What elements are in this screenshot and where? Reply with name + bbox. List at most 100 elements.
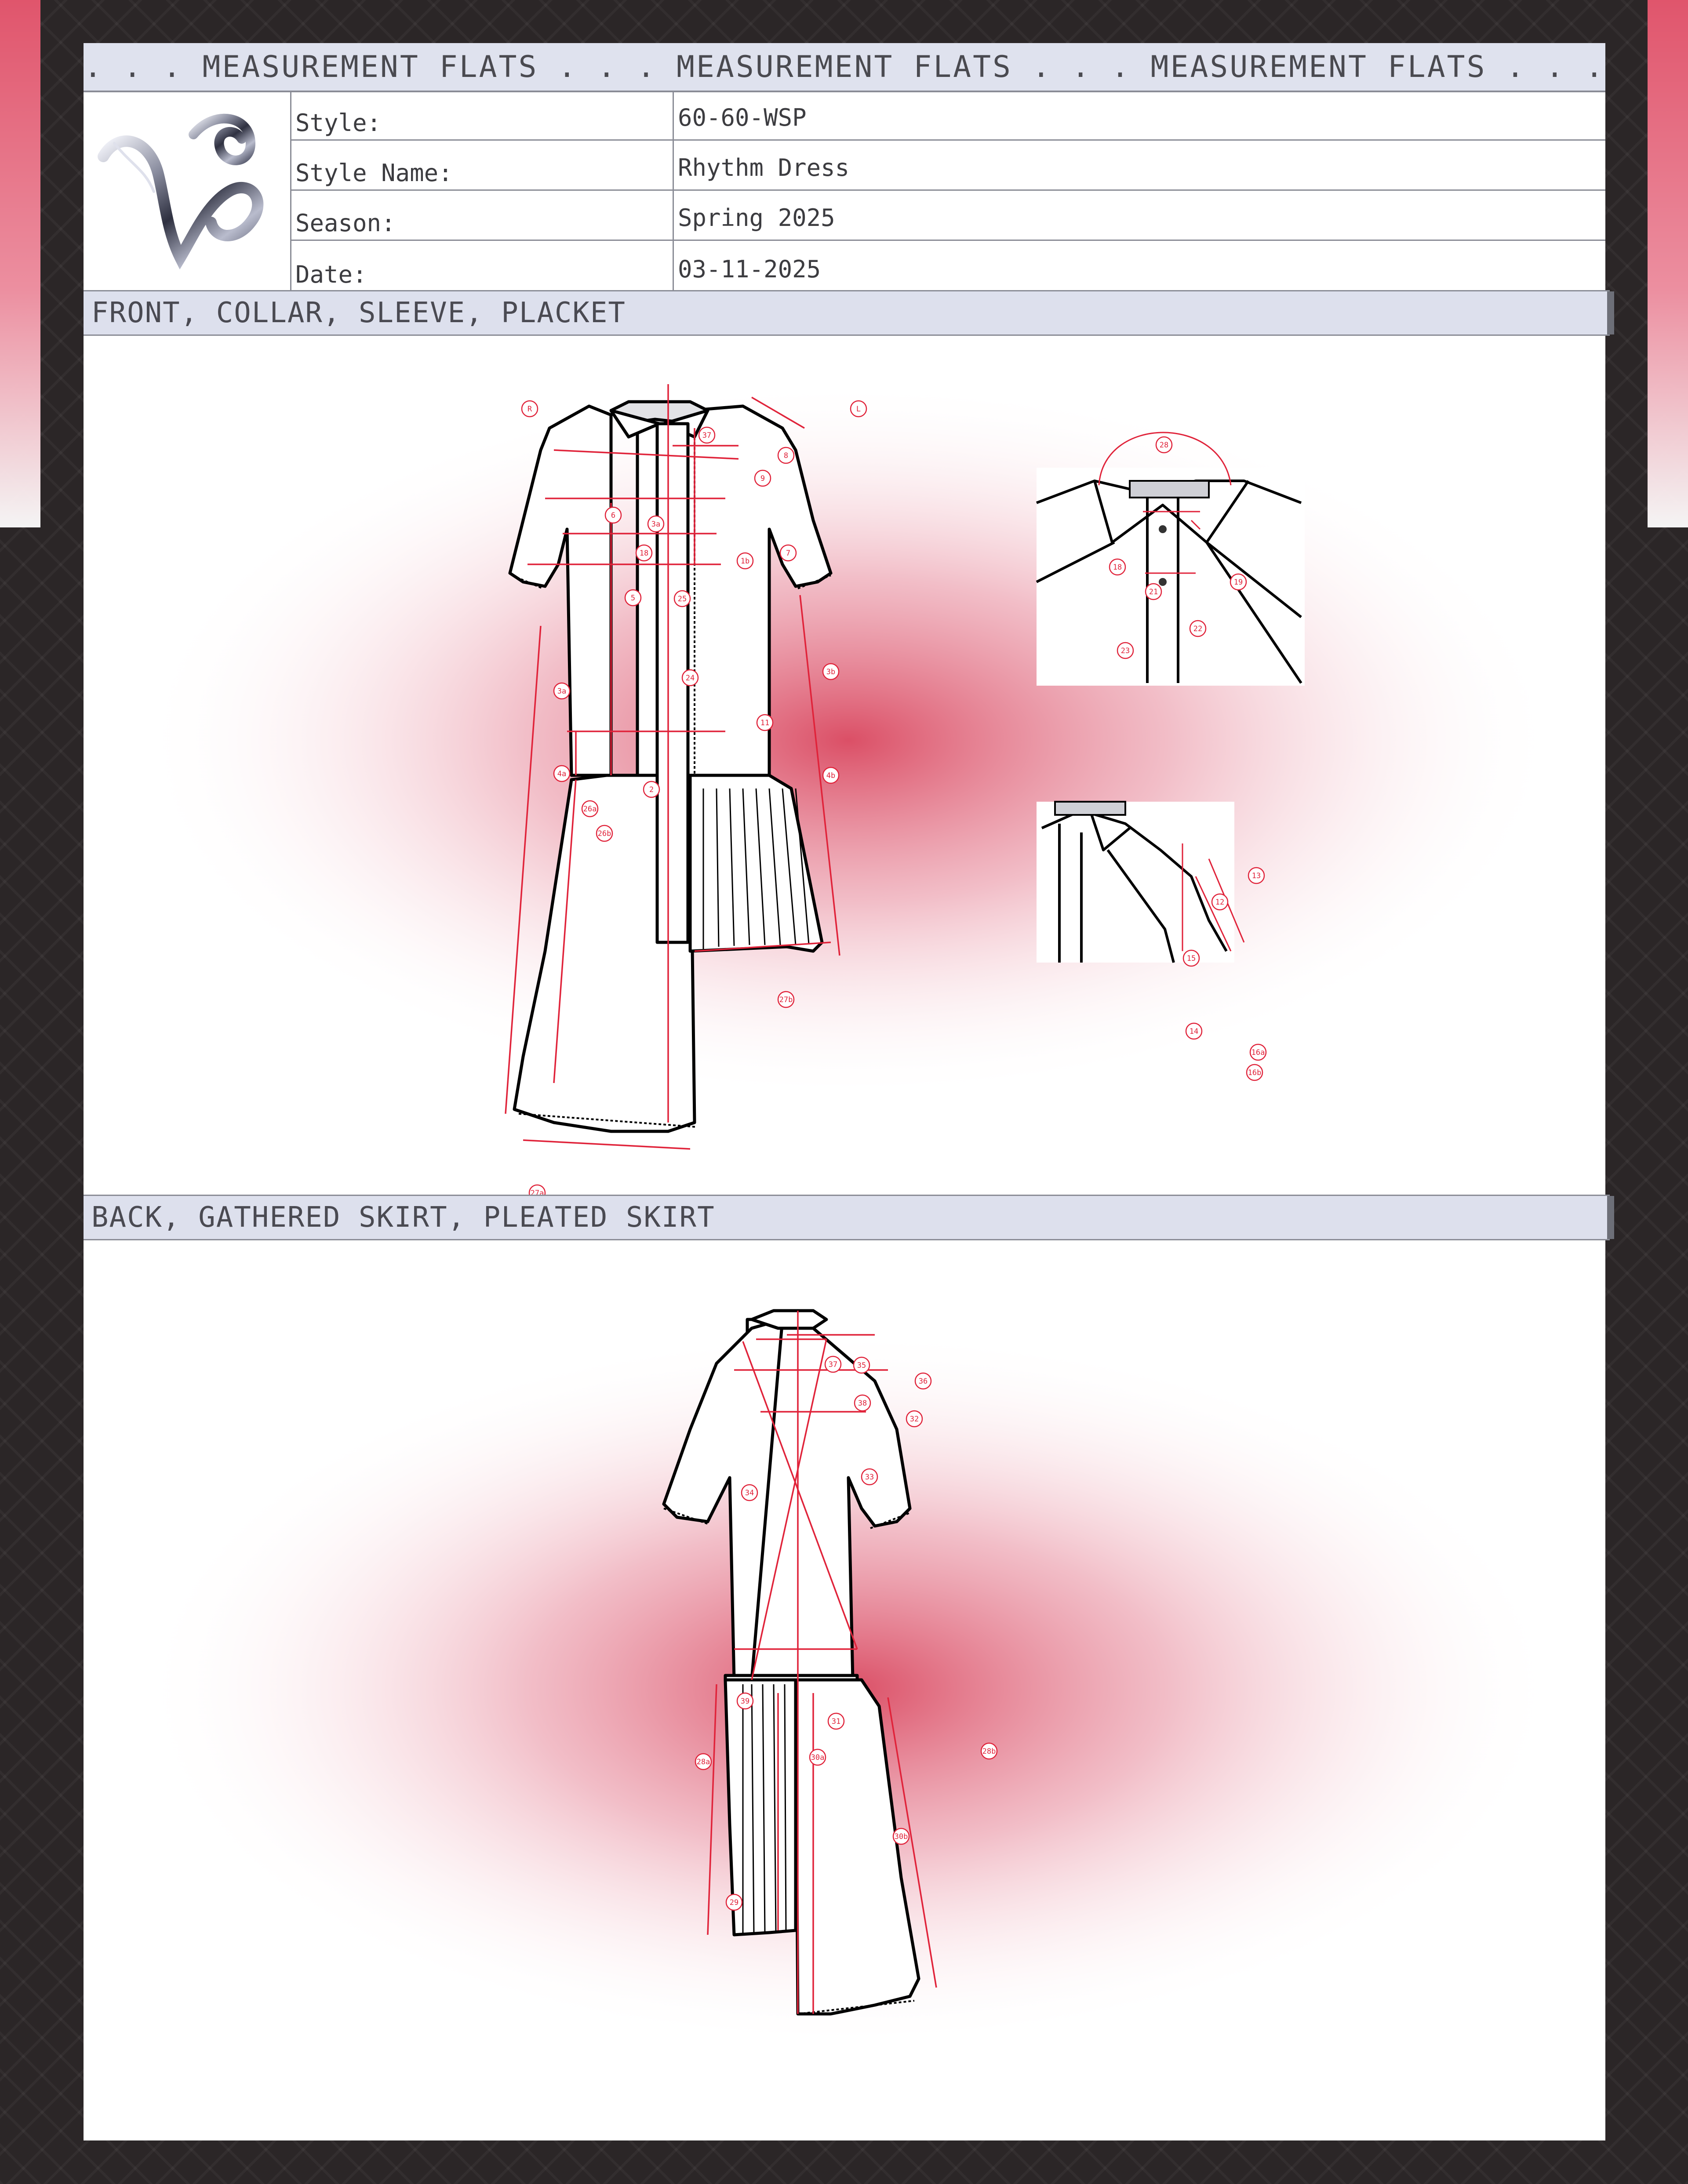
season-value: Spring 2025 [678,204,835,232]
callout-3a-top: 3a [647,515,665,533]
svg-text:30b: 30b [895,1832,908,1841]
svg-text:11: 11 [760,719,769,727]
svg-text:27b: 27b [779,996,793,1004]
svg-text:38: 38 [858,1399,867,1408]
callout-32: 32 [906,1410,923,1428]
svg-text:13: 13 [1252,872,1261,880]
section-header-front: FRONT, COLLAR, SLEEVE, PLACKET [84,290,1614,336]
collar-detail: 28 18 19 21 22 23 [1036,432,1305,686]
callout-12: 12 [1211,893,1229,911]
svg-text:37: 37 [829,1360,837,1369]
callout-L: L [850,400,867,418]
callout-25: 25 [673,590,691,607]
section-header-back: BACK, GATHERED SKIRT, PLEATED SKIRT [84,1195,1614,1240]
svg-text:39: 39 [741,1697,749,1706]
style-value: 60-60-WSP [678,104,807,131]
svg-text:21: 21 [1149,588,1158,596]
season-label: Season: [295,209,396,237]
callout-35: 35 [853,1356,870,1374]
callout-21: 21 [1145,583,1162,600]
callout-27b: 27b [777,991,795,1008]
svg-text:26a: 26a [583,805,597,814]
spec-row-season: Season: Spring 2025 [290,191,1605,241]
callout-24: 24 [681,669,699,687]
callout-36: 36 [914,1372,932,1390]
callout-8: 8 [777,447,795,464]
svg-text:18: 18 [640,549,648,558]
svg-text:28: 28 [1160,441,1168,450]
right-edge-gradient [1648,0,1688,527]
callout-4a: 4a [553,765,571,782]
svg-text:16b: 16b [1248,1068,1262,1077]
brand-logo [84,91,291,291]
front-glow [136,380,1561,1101]
measurement-flats-banner: . . . MEASUREMENT FLATS . . . MEASUREMEN… [84,43,1605,92]
svg-text:22: 22 [1193,625,1202,633]
callout-30b: 30b [892,1828,910,1845]
callout-19: 19 [1230,573,1247,591]
spec-row-date: Date: 03-11-2025 [290,241,1605,291]
callout-29: 29 [725,1893,743,1911]
callout-3a: 3a [553,682,571,700]
svg-text:29: 29 [730,1898,738,1907]
callout-16a: 16a [1249,1043,1267,1061]
callout-26a: 26a [581,800,599,818]
svg-text:3a: 3a [651,520,660,529]
callout-39: 39 [736,1692,754,1710]
callout-R: R [521,400,538,418]
callout-30a: 30a [809,1748,826,1766]
callout-7: 7 [779,544,797,562]
svg-text:9: 9 [760,474,765,483]
callout-27a: 27a [528,1184,546,1195]
svg-text:3b: 3b [826,668,835,676]
svg-text:7: 7 [786,549,790,558]
svg-text:1b: 1b [741,557,749,566]
svg-text:28a: 28a [697,1758,710,1766]
svg-text:16a: 16a [1251,1048,1265,1057]
spec-header-table: Style: 60-60-WSP Style Name: Rhythm Dres… [84,91,1605,293]
svg-text:26b: 26b [598,829,611,838]
svg-text:31: 31 [832,1717,840,1726]
tech-pack-page: . . . MEASUREMENT FLATS . . . MEASUREMEN… [84,43,1614,2140]
callout-23: 23 [1117,642,1134,659]
svg-text:15: 15 [1187,954,1196,963]
svg-text:30a: 30a [811,1753,825,1762]
svg-text:34: 34 [745,1489,754,1497]
svg-text:25: 25 [678,595,687,603]
spec-row-style: Style: 60-60-WSP [290,91,1605,141]
back-flats-panel: 37 35 36 38 32 33 34 39 31 28a 28b 30a 3… [84,1240,1605,2140]
svg-text:36: 36 [919,1377,928,1386]
front-flats-panel: R L 37 8 9 6 3a 18 1b 7 5 25 3b 24 3a 11… [84,336,1605,1195]
callout-18-collar: 18 [1109,558,1126,576]
callout-28: 28 [1155,436,1173,454]
svg-text:18: 18 [1113,563,1122,572]
section-header-cap [1607,1196,1614,1239]
callout-11: 11 [756,714,774,731]
row-divider [673,91,674,141]
style-name-value: Rhythm Dress [678,154,850,182]
callout-6: 6 [604,506,622,524]
date-label: Date: [295,261,367,288]
date-value: 03-11-2025 [678,255,821,283]
svg-text:28b: 28b [982,1747,996,1756]
callout-1b: 1b [736,552,754,570]
svg-text:33: 33 [865,1473,874,1482]
callout-5: 5 [624,589,642,607]
svg-text:23: 23 [1121,647,1130,655]
row-divider [673,191,674,241]
callout-3b: 3b [822,663,840,680]
style-label: Style: [295,109,382,137]
row-divider [673,141,674,191]
callout-4b: 4b [822,767,840,784]
svg-text:2: 2 [649,785,654,794]
section-title-back: BACK, GATHERED SKIRT, PLEATED SKIRT [91,1201,715,1234]
callout-22: 22 [1189,620,1207,637]
svg-text:24: 24 [686,674,695,683]
row-divider [673,241,674,291]
svg-text:5: 5 [631,594,635,603]
callout-33: 33 [861,1468,878,1486]
callout-37: 37 [698,426,716,444]
svg-text:4b: 4b [826,771,835,780]
callout-38: 38 [854,1394,871,1412]
callout-31: 31 [827,1712,845,1730]
